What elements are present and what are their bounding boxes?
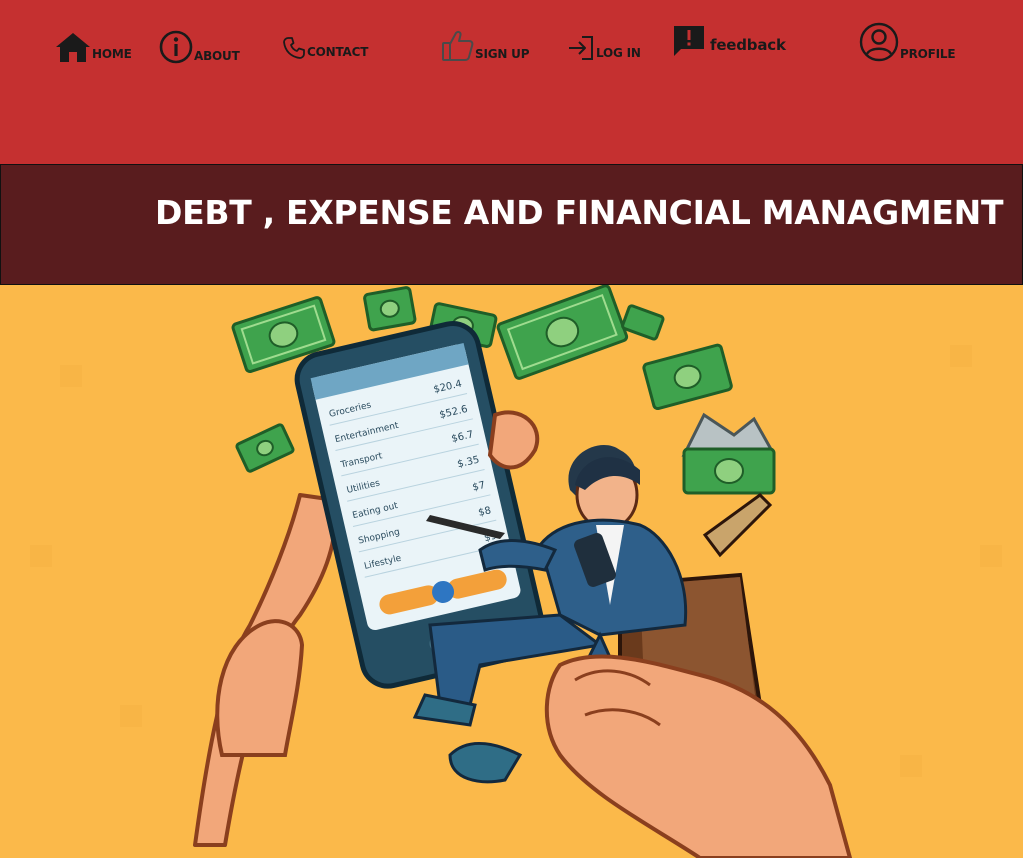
phone-icon	[283, 37, 305, 59]
feedback-icon	[674, 26, 704, 56]
nav-about-label: ABOUT	[194, 49, 240, 63]
thumbs-up-icon	[442, 30, 474, 61]
nav-signup-label: SIGN UP	[475, 47, 530, 61]
user-icon	[859, 22, 899, 62]
nav-home-label: HOME	[92, 47, 132, 61]
nav-contact-link[interactable]: CONTACT	[282, 36, 368, 60]
top-navigation-bar: HOME ABOUT CONTACT SIGN UP LOG IN feedba…	[0, 0, 1023, 164]
money-management-illustration: Groceries$20.4Entertainment$52.6Transpor…	[30, 285, 1002, 858]
info-icon	[159, 30, 193, 64]
cash-bill-5	[621, 304, 665, 341]
cash-bill-2	[363, 286, 417, 332]
index-finger	[487, 410, 540, 470]
title-banner: DEBT , EXPENSE AND FINANCIAL MANAGMENT	[0, 164, 1023, 285]
login-icon	[569, 36, 593, 60]
nav-contact-label: CONTACT	[307, 45, 369, 59]
nav-home-link[interactable]: HOME	[55, 32, 132, 62]
cash-stack	[681, 412, 776, 495]
hero-illustration: Groceries $20.4 Entertainment $52.6 Transpor…	[0, 285, 1023, 858]
right-hand	[544, 654, 852, 858]
cash-bill-6	[642, 343, 733, 411]
nav-login-link[interactable]: LOG IN	[567, 35, 641, 61]
cash-bill-4	[496, 285, 629, 380]
nav-profile-link[interactable]: PROFILE	[859, 22, 956, 62]
nav-feedback-label: feedback	[710, 36, 786, 54]
cash-bill-7	[235, 423, 295, 473]
nav-about-link[interactable]: ABOUT	[159, 30, 240, 64]
home-icon	[56, 33, 90, 62]
nav-feedback-link[interactable]: feedback	[672, 24, 786, 58]
page-title: DEBT , EXPENSE AND FINANCIAL MANAGMENT	[155, 193, 1004, 232]
nav-login-label: LOG IN	[596, 46, 641, 60]
nav-signup-link[interactable]: SIGN UP	[441, 29, 530, 62]
nav-profile-label: PROFILE	[900, 47, 956, 61]
thumb	[215, 619, 305, 757]
